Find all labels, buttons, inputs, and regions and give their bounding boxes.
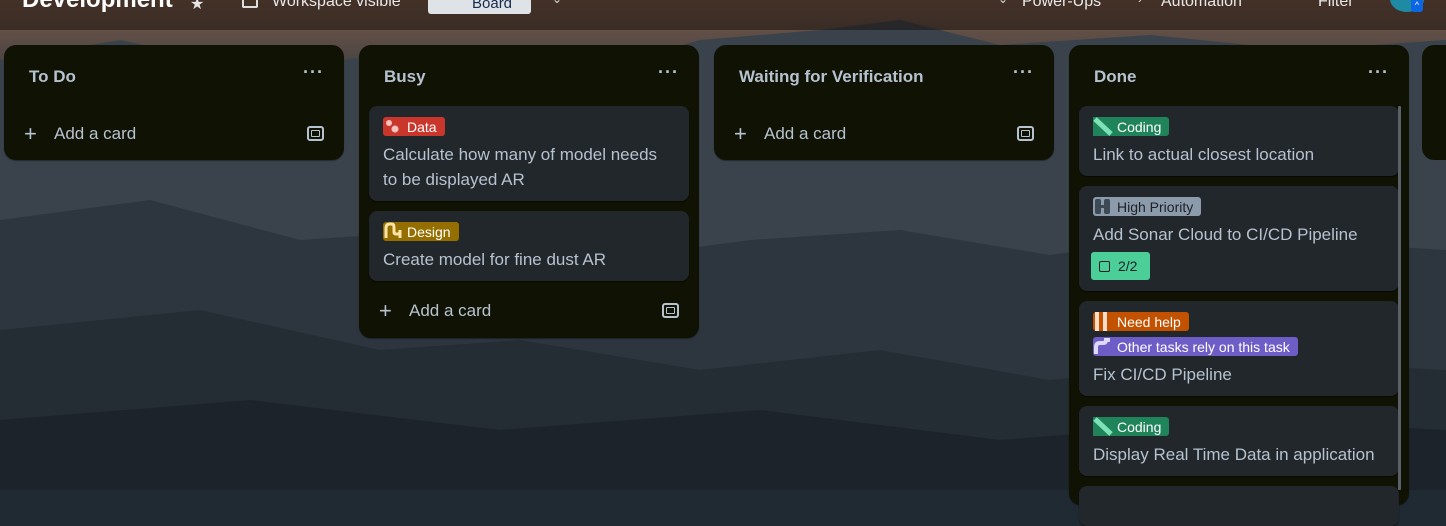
- label-data[interactable]: Data: [383, 117, 445, 136]
- card-title: Add Sonar Cloud to CI/CD Pipeline: [1093, 222, 1358, 247]
- board-view-label: Board: [472, 0, 513, 12]
- lightning-icon: ›: [1138, 0, 1142, 6]
- add-card-button[interactable]: + Add a card: [734, 120, 1034, 148]
- list-waiting-for-verification[interactable]: Waiting for Verification ··· + Add a car…: [714, 45, 1054, 160]
- card[interactable]: High Priority Add Sonar Cloud to CI/CD P…: [1079, 186, 1399, 291]
- filter-button[interactable]: Filter: [1318, 0, 1354, 11]
- board-title[interactable]: Development: [22, 0, 173, 14]
- star-icon[interactable]: ★: [190, 0, 204, 14]
- high-priority-label-icon: [1093, 197, 1113, 216]
- coding-label-icon: [1093, 417, 1113, 436]
- card-title-line: Display Real Time Data in application: [1093, 445, 1375, 464]
- design-label-icon: [383, 222, 403, 241]
- need-help-label-icon: [1093, 312, 1113, 331]
- card-template-icon[interactable]: [1017, 126, 1034, 141]
- label-coding[interactable]: Coding: [1093, 417, 1170, 436]
- label-text: Data: [407, 118, 437, 135]
- card[interactable]: Need help Other tasks rely on this task …: [1079, 301, 1399, 396]
- list-to-do[interactable]: To Do ··· + Add a card: [4, 45, 344, 160]
- checklist-badge: 2/2: [1091, 252, 1150, 280]
- card-title: Calculate how many of model needs to be …: [383, 142, 657, 192]
- add-card-button[interactable]: + Add a card: [24, 120, 324, 148]
- label-text: Coding: [1117, 118, 1162, 135]
- admin-badge-icon: ^: [1411, 0, 1423, 12]
- data-label-icon: [383, 117, 403, 136]
- label-text: High Priority: [1117, 198, 1194, 215]
- coding-label-icon: [1093, 117, 1113, 136]
- card-title-line: Link to actual closest location: [1093, 145, 1315, 164]
- label-text: Coding: [1117, 418, 1162, 435]
- board-view-button[interactable]: Board: [428, 0, 531, 14]
- card-template-icon[interactable]: [307, 126, 324, 141]
- add-card-button[interactable]: + Add a card: [379, 297, 679, 325]
- label-need-help[interactable]: Need help: [1093, 312, 1189, 331]
- list-title[interactable]: Waiting for Verification: [739, 67, 924, 87]
- card-title-line: Fix CI/CD Pipeline: [1093, 365, 1232, 384]
- add-card-label: Add a card: [54, 124, 137, 143]
- card-title: Link to actual closest location: [1093, 142, 1314, 167]
- dependency-label-icon: [1093, 337, 1113, 356]
- card[interactable]: Coding Link to actual closest location: [1079, 106, 1399, 176]
- card-title: Display Real Time Data in application: [1093, 442, 1375, 467]
- list-menu-icon[interactable]: ···: [1368, 63, 1389, 81]
- card[interactable]: Data Calculate how many of model needs t…: [369, 106, 689, 201]
- add-card-label: Add a card: [409, 301, 492, 320]
- workspace-visibility-icon: [242, 0, 258, 8]
- add-card-label: Add a card: [764, 124, 847, 143]
- card[interactable]: Design Create model for fine dust AR: [369, 211, 689, 281]
- list-next-partial[interactable]: [1422, 45, 1446, 160]
- label-text: Other tasks rely on this task: [1117, 338, 1290, 355]
- list-menu-icon[interactable]: ···: [1013, 63, 1034, 81]
- list-title[interactable]: To Do: [29, 67, 76, 87]
- list-title[interactable]: Busy: [384, 67, 426, 87]
- card-title-line: to be displayed AR: [383, 170, 525, 189]
- plus-icon: +: [734, 121, 747, 146]
- label-coding[interactable]: Coding: [1093, 117, 1170, 136]
- card-title-line: Add Sonar Cloud to CI/CD Pipeline: [1093, 225, 1358, 244]
- card-template-icon[interactable]: [662, 303, 679, 318]
- label-text: Need help: [1117, 313, 1181, 330]
- label-text: Design: [407, 223, 451, 240]
- rocket-icon: ⌄: [998, 0, 1008, 6]
- plus-icon: +: [24, 121, 37, 146]
- list-done[interactable]: Done ··· Coding Link to actual closest l…: [1069, 45, 1409, 526]
- card-title: Fix CI/CD Pipeline: [1093, 362, 1232, 387]
- checklist-count: 2/2: [1118, 258, 1138, 274]
- card-title: Create model for fine dust AR: [383, 247, 606, 272]
- card-title-line: Calculate how many of model needs: [383, 145, 658, 164]
- label-dependency[interactable]: Other tasks rely on this task: [1093, 337, 1298, 356]
- list-scrollbar[interactable]: [1398, 106, 1401, 490]
- card[interactable]: Coding Display Real Time Data in applica…: [1079, 406, 1399, 476]
- list-title[interactable]: Done: [1094, 67, 1137, 87]
- list-menu-icon[interactable]: ···: [303, 63, 324, 81]
- list-menu-icon[interactable]: ···: [658, 63, 679, 81]
- label-design[interactable]: Design: [383, 222, 459, 241]
- checklist-icon: [1099, 260, 1110, 272]
- plus-icon: +: [379, 298, 392, 323]
- card-title-line: Create model for fine dust AR: [383, 250, 607, 269]
- automation-button[interactable]: Automation: [1161, 0, 1242, 11]
- chevron-down-icon[interactable]: ⌄: [552, 0, 562, 6]
- label-high-priority[interactable]: High Priority: [1093, 197, 1202, 216]
- power-ups-button[interactable]: Power-Ups: [1022, 0, 1101, 11]
- list-busy[interactable]: Busy ··· Data Calculate how many of mode…: [359, 45, 699, 338]
- board-header: Development ★ Workspace visible Board ⌄ …: [0, 0, 1446, 30]
- card[interactable]: [1079, 486, 1399, 526]
- visibility-button[interactable]: Workspace visible: [272, 0, 401, 11]
